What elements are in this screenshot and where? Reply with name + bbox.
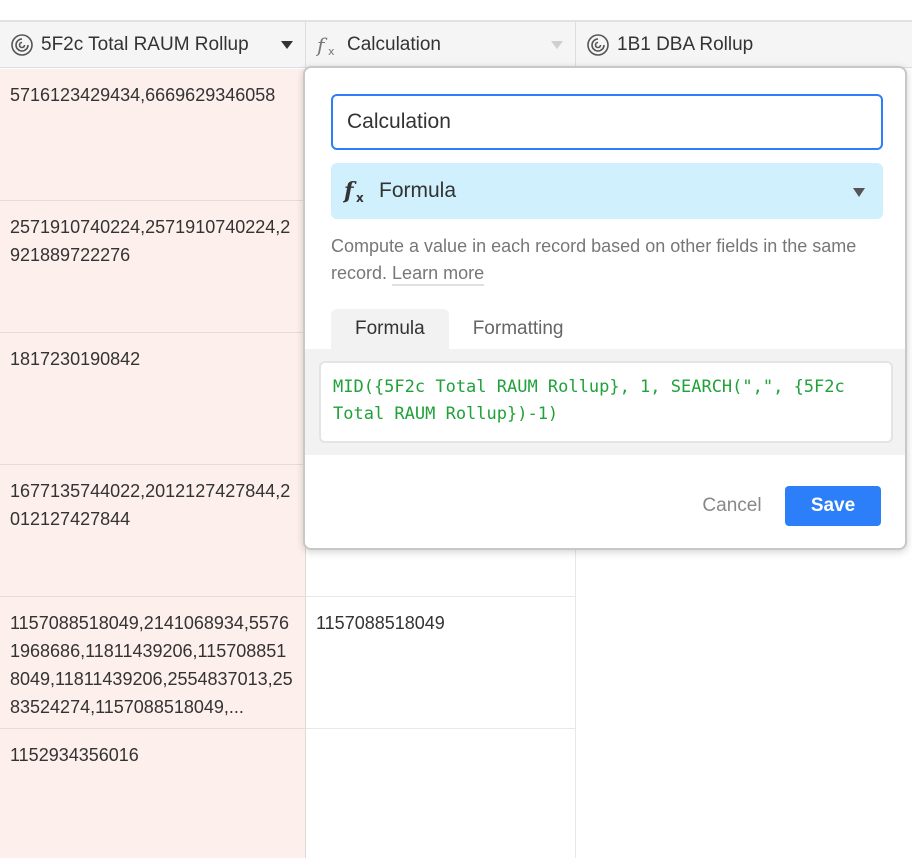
learn-more-link[interactable]: Learn more [392, 263, 485, 286]
chevron-down-icon[interactable] [551, 41, 563, 49]
svg-text:x: x [356, 191, 364, 204]
grid-header: 5F2c Total RAUM Rollup fx Calculation 1B… [0, 22, 912, 68]
cancel-button[interactable]: Cancel [687, 486, 777, 526]
column-header-1b1-dba-rollup[interactable]: 1B1 DBA Rollup [576, 22, 912, 68]
config-tabs: Formula Formatting [331, 309, 588, 349]
table-cell[interactable]: 1157088518049,2141068934,55761968686,118… [0, 597, 306, 729]
chevron-down-icon[interactable] [281, 41, 293, 49]
column-header-calculation[interactable]: fx Calculation [306, 22, 576, 68]
table-cell[interactable]: 2571910740224,2571910740224,292188972227… [0, 201, 306, 333]
tab-formula[interactable]: Formula [331, 309, 449, 349]
formula-icon: fx [315, 32, 341, 58]
field-type-description: Compute a value in each record based on … [331, 233, 861, 287]
field-name-input[interactable] [331, 94, 883, 150]
column-header-label: 5F2c Total RAUM Rollup [41, 34, 249, 55]
save-button[interactable]: Save [785, 486, 881, 526]
formula-icon: fx [343, 178, 369, 204]
tab-formatting[interactable]: Formatting [449, 309, 588, 349]
svg-text:f: f [316, 33, 328, 57]
chevron-down-icon [853, 188, 865, 197]
svg-text:x: x [328, 45, 335, 57]
toolbar-strip [0, 0, 912, 22]
table-cell[interactable]: 1157088518049 [306, 597, 576, 729]
column-header-5f2c-total-raum-rollup[interactable]: 5F2c Total RAUM Rollup [0, 22, 306, 68]
svg-text:f: f [343, 178, 357, 204]
rollup-icon [585, 32, 611, 58]
column-header-label: 1B1 DBA Rollup [617, 34, 754, 55]
primary-column: 5716123429434,6669629346058 257191074022… [0, 69, 306, 858]
table-cell[interactable] [306, 729, 576, 858]
field-type-dropdown[interactable]: fx Formula [331, 163, 883, 219]
field-config-popup: fx Formula Compute a value in each recor… [303, 66, 907, 550]
field-type-label: Formula [379, 179, 457, 202]
table-cell[interactable]: 1677135744022,2012127427844,201212742784… [0, 465, 306, 597]
table-cell[interactable]: 1152934356016 [0, 729, 306, 858]
rollup-icon [9, 32, 35, 58]
column-header-label: Calculation [347, 34, 441, 55]
table-cell[interactable]: 1817230190842 [0, 333, 306, 465]
formula-editor[interactable]: MID({5F2c Total RAUM Rollup}, 1, SEARCH(… [319, 361, 893, 443]
formula-panel: MID({5F2c Total RAUM Rollup}, 1, SEARCH(… [305, 349, 905, 455]
table-cell[interactable]: 5716123429434,6669629346058 [0, 69, 306, 201]
